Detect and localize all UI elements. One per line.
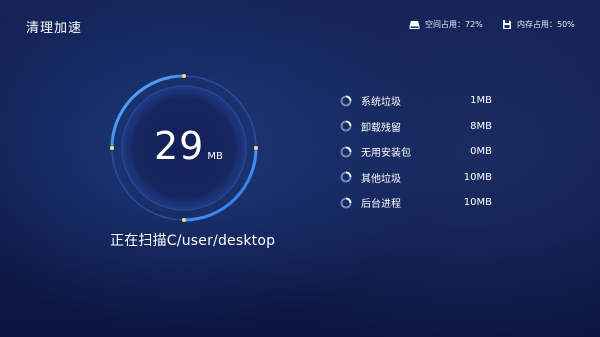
loading-spinner-icon — [340, 95, 352, 107]
page-title: 清理加速 — [26, 21, 83, 36]
list-item: 后台进程 10MB — [340, 190, 510, 216]
scan-size-unit: MB — [207, 151, 223, 162]
memory-usage-label: 内存占用：50% — [517, 20, 575, 29]
item-size: 10MB — [463, 171, 492, 183]
junk-list: 系统垃圾 1MB 卸载残留 8MB 无用安装包 0MB 其他垃圾 10MB 后台… — [340, 88, 510, 216]
list-item: 其他垃圾 10MB — [340, 165, 510, 191]
item-label: 系统垃圾 — [361, 97, 401, 109]
list-item: 无用安装包 0MB — [340, 139, 510, 165]
loading-spinner-icon — [340, 197, 352, 209]
item-size: 0MB — [470, 146, 492, 158]
item-label: 无用安装包 — [361, 148, 411, 160]
scan-size: 29 MB — [154, 126, 223, 166]
list-item: 卸载残留 8MB — [340, 114, 510, 140]
item-label: 后台进程 — [361, 199, 401, 211]
memory-card-icon — [503, 20, 511, 29]
loading-spinner-icon — [340, 146, 352, 158]
scan-status: 正在扫描C/user/desktop — [110, 233, 276, 249]
item-label: 卸载残留 — [361, 122, 401, 134]
space-usage: 空间占用：72% — [409, 19, 483, 30]
loading-spinner-icon — [340, 171, 352, 183]
space-usage-label: 空间占用：72% — [425, 20, 483, 29]
item-size: 8MB — [470, 120, 492, 132]
loading-spinner-icon — [340, 120, 352, 132]
item-label: 其他垃圾 — [361, 173, 401, 185]
list-item: 系统垃圾 1MB — [340, 88, 510, 114]
item-size: 10MB — [463, 197, 492, 209]
scan-size-value: 29 — [154, 124, 205, 168]
disk-icon — [409, 20, 420, 29]
item-size: 1MB — [470, 95, 492, 107]
memory-usage: 内存占用：50% — [502, 19, 575, 30]
